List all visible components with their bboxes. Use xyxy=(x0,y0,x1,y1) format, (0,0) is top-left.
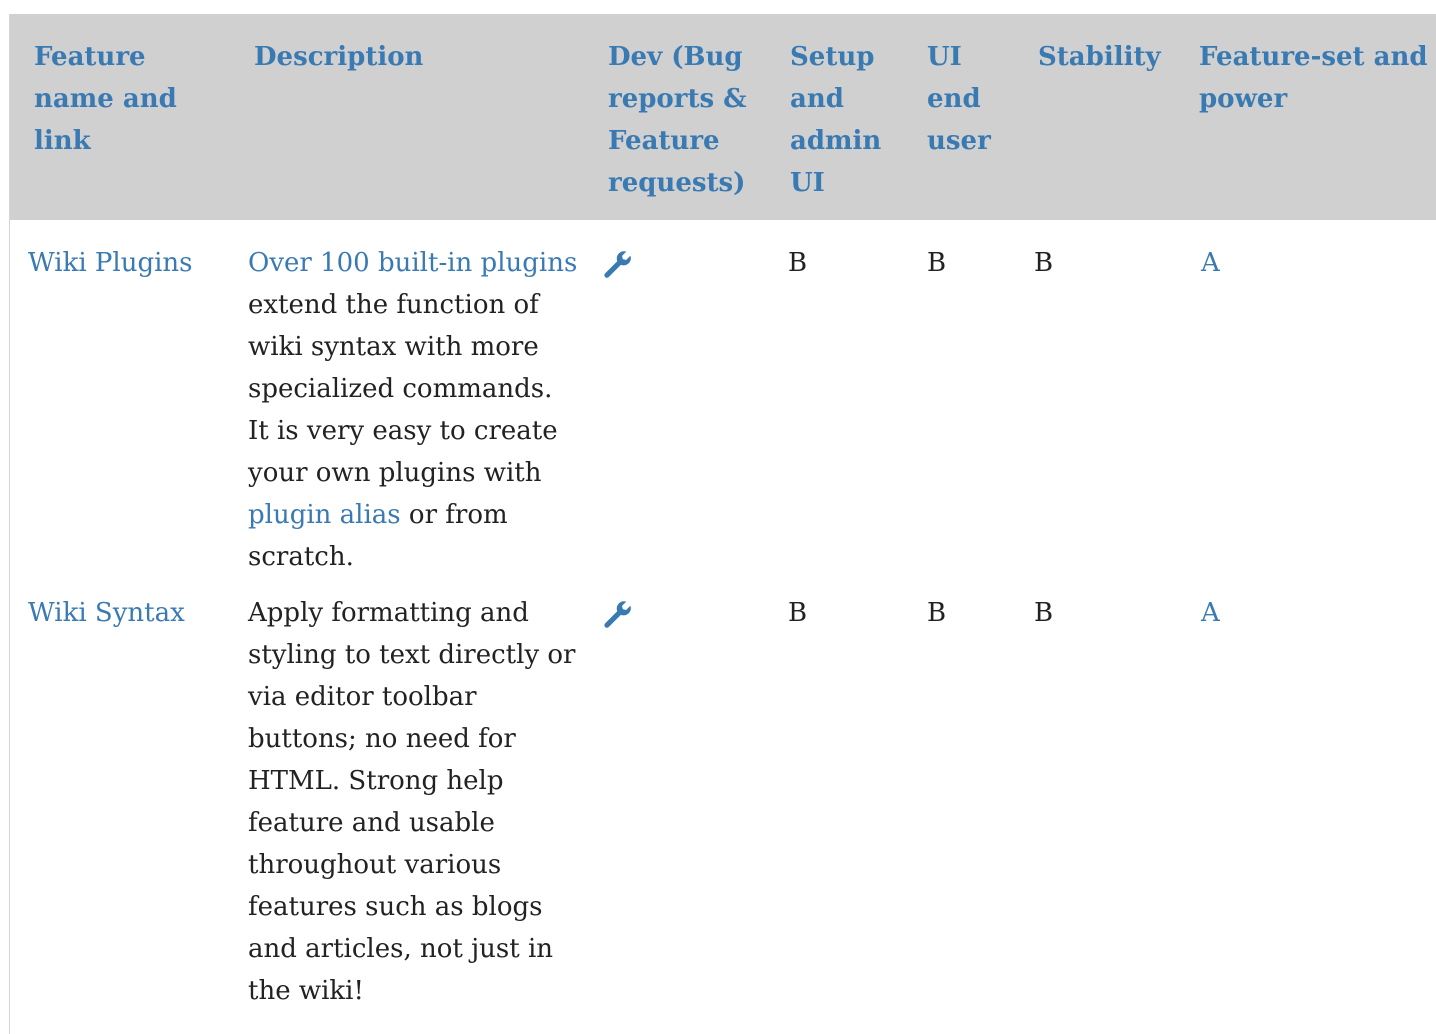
wrench-icon[interactable] xyxy=(602,600,632,630)
feature-cell: Wiki Syntax xyxy=(10,578,230,1012)
power-cell: A xyxy=(1185,220,1436,578)
wrench-icon[interactable] xyxy=(602,250,632,280)
power-cell: A xyxy=(1185,578,1436,1012)
ui-grade: B xyxy=(927,598,947,628)
column-header-stability[interactable]: Stability xyxy=(1020,14,1185,220)
column-header-feature-set[interactable]: Feature-set and power xyxy=(1185,14,1436,220)
description-text: extend the function of wiki syntax with … xyxy=(248,290,558,488)
dev-cell xyxy=(586,578,772,1012)
column-header-ui-end-user[interactable]: UI end user xyxy=(910,14,1020,220)
column-header-setup[interactable]: Setup and admin UI xyxy=(772,14,910,220)
feature-table: Feature name and link Description Dev (B… xyxy=(10,14,1436,1012)
description-cell: Apply formatting and styling to text dir… xyxy=(230,578,586,1012)
description-text: Apply formatting and styling to text dir… xyxy=(248,598,576,1006)
page: Feature name and link Description Dev (B… xyxy=(0,0,1436,1034)
ui-grade: B xyxy=(927,248,947,278)
setup-grade: B xyxy=(788,598,808,628)
column-header-dev[interactable]: Dev (Bug reports & Feature requests) xyxy=(586,14,772,220)
feature-cell: Wiki Plugins xyxy=(10,220,230,578)
feature-table-container: Feature name and link Description Dev (B… xyxy=(9,14,1436,1034)
feature-link-wiki-plugins[interactable]: Wiki Plugins xyxy=(28,248,193,278)
dev-cell xyxy=(586,220,772,578)
feature-link-wiki-syntax[interactable]: Wiki Syntax xyxy=(28,598,185,628)
plugin-alias-link[interactable]: plugin alias xyxy=(248,500,401,530)
table-header-row: Feature name and link Description Dev (B… xyxy=(10,14,1436,220)
stability-grade: B xyxy=(1034,248,1054,278)
setup-grade: B xyxy=(788,248,808,278)
built-in-plugins-link[interactable]: Over 100 built-in plugins xyxy=(248,248,577,278)
column-header-feature[interactable]: Feature name and link xyxy=(10,14,230,220)
column-header-description[interactable]: Description xyxy=(230,14,586,220)
stability-grade: B xyxy=(1034,598,1054,628)
power-grade-link[interactable]: A xyxy=(1201,248,1220,278)
table-row: Wiki Syntax Apply formatting and styling… xyxy=(10,578,1436,1012)
table-row: Wiki Plugins Over 100 built-in plugins e… xyxy=(10,220,1436,578)
power-grade-link[interactable]: A xyxy=(1201,598,1220,628)
description-cell: Over 100 built-in plugins extend the fun… xyxy=(230,220,586,578)
